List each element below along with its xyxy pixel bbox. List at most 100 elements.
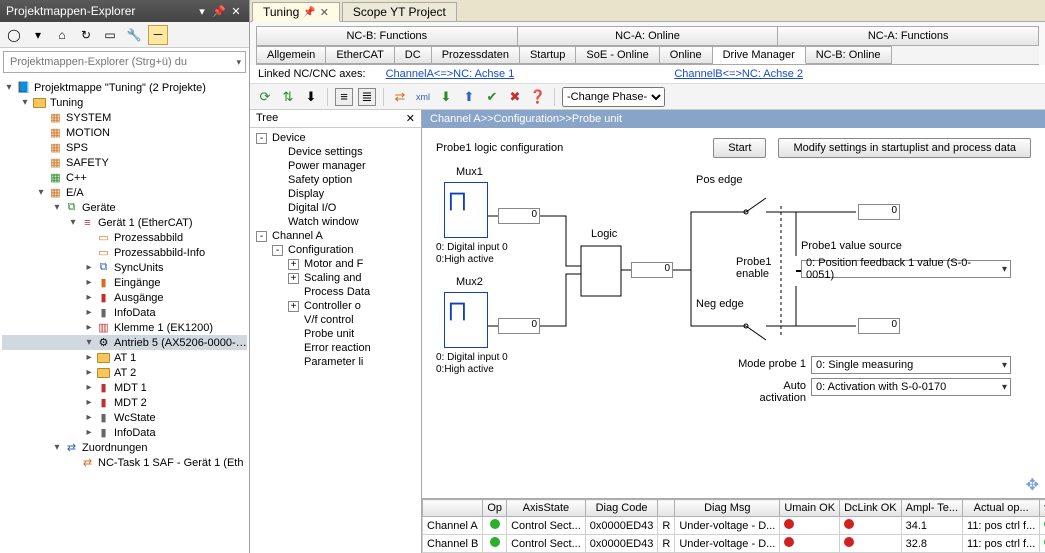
tb-refresh-icon[interactable]: ⟳	[256, 88, 274, 106]
cfg-item[interactable]: Parameter li	[254, 355, 417, 369]
table-row[interactable]: Channel BControl Sect...0x0000ED43RUnder…	[423, 535, 1045, 553]
doc-tab[interactable]: Tuning📌✕	[252, 2, 340, 22]
tb-help-icon[interactable]: ❓	[529, 88, 547, 106]
sub-tab[interactable]: EtherCAT	[326, 46, 394, 64]
tb-download-icon[interactable]: ⬇	[302, 88, 320, 106]
cfg-item[interactable]: + Motor and F	[254, 257, 417, 271]
tb-up-icon[interactable]: ⬆	[460, 88, 478, 106]
cfg-item[interactable]: + Scaling and	[254, 271, 417, 285]
explorer-search[interactable]: ▾	[3, 51, 246, 73]
linked-ch-a[interactable]: ChannelA<=>NC: Achse 1	[386, 68, 515, 80]
tree-item[interactable]: ▭Prozessabbild-Info	[2, 245, 247, 260]
tree-item[interactable]: ▾Tuning	[2, 95, 247, 110]
tree-item[interactable]: ▾▦E/A	[2, 185, 247, 200]
cfg-item[interactable]: Power manager	[254, 159, 417, 173]
tree-item[interactable]: ▦SYSTEM	[2, 110, 247, 125]
refresh-icon[interactable]: ↻	[76, 25, 96, 45]
cfg-item[interactable]: V/f control	[254, 313, 417, 327]
show-all-icon[interactable]: ▭	[100, 25, 120, 45]
toggle-icon[interactable]: －	[148, 25, 168, 45]
nav-fwd-icon[interactable]: ▾	[28, 25, 48, 45]
config-tree-close-icon[interactable]: ✕	[406, 112, 415, 125]
grid-col[interactable]: Diag Msg	[675, 500, 780, 517]
sub-tab[interactable]: NC-B: Online	[806, 46, 892, 64]
sub-tab[interactable]: DC	[395, 46, 432, 64]
tree-item[interactable]: ▸▮MDT 1	[2, 380, 247, 395]
tree-item[interactable]: ▭Prozessabbild	[2, 230, 247, 245]
grid-col[interactable]: DcLink OK	[840, 500, 902, 517]
tree-item[interactable]: ▸▥Klemme 1 (EK1200)	[2, 320, 247, 335]
auto-select[interactable]: 0: Activation with S-0-0170	[811, 378, 1011, 396]
pin-icon[interactable]: 📌	[303, 7, 315, 18]
grid-col[interactable]: v <= v_0	[1040, 500, 1045, 517]
sub-tab[interactable]: SoE - Online	[576, 46, 659, 64]
tree-item[interactable]: ▦MOTION	[2, 125, 247, 140]
tb-compare-icon[interactable]: ⇄	[391, 88, 409, 106]
cfg-item[interactable]: Process Data	[254, 285, 417, 299]
status-grid[interactable]: OpAxisStateDiag Code Diag MsgUmain OKDcLi…	[422, 499, 1045, 553]
grid-col[interactable]: Op	[483, 500, 507, 517]
tree-item[interactable]: ▸AT 1	[2, 350, 247, 365]
search-dd-icon[interactable]: ▾	[236, 57, 241, 68]
grid-col[interactable]: AxisState	[507, 500, 586, 517]
tb-sync-icon[interactable]: ⇅	[279, 88, 297, 106]
phase-select[interactable]: -Change Phase-	[562, 87, 665, 107]
linked-ch-b[interactable]: ChannelB<=>NC: Achse 2	[674, 68, 803, 80]
tree-item[interactable]: ▸▮WcState	[2, 410, 247, 425]
pos-edge-value[interactable]: 0	[858, 204, 900, 220]
tree-item[interactable]: ▸▮InfoData	[2, 425, 247, 440]
pin-icon[interactable]: 📌	[212, 5, 226, 18]
cfg-item[interactable]: - Channel A	[254, 229, 417, 243]
cfg-item[interactable]: Device settings	[254, 145, 417, 159]
top-tab[interactable]: NC-B: Functions	[256, 26, 518, 45]
doc-tab[interactable]: Scope YT Project	[342, 2, 457, 21]
grid-col[interactable]: Ampl- Te...	[901, 500, 962, 517]
search-input[interactable]	[8, 55, 234, 69]
tb-down-icon[interactable]: ⬇	[437, 88, 455, 106]
cfg-item[interactable]: Watch window	[254, 215, 417, 229]
config-tree[interactable]: - Device Device settings Power manager S…	[250, 128, 421, 553]
modify-button[interactable]: Modify settings in startuplist and proce…	[778, 138, 1031, 158]
properties-icon[interactable]: 🔧	[124, 25, 144, 45]
tree-item[interactable]: ▾📘Projektmappe "Tuning" (2 Projekte)	[2, 80, 247, 95]
tree-item[interactable]: ▸▮Ausgänge	[2, 290, 247, 305]
cfg-item[interactable]: - Device	[254, 131, 417, 145]
cfg-item[interactable]: Display	[254, 187, 417, 201]
tree-item[interactable]: ▸▮InfoData	[2, 305, 247, 320]
mux1-value[interactable]: 0	[498, 208, 540, 224]
tree-item[interactable]: ▸▮Eingänge	[2, 275, 247, 290]
tree-item[interactable]: ▾⧉Geräte	[2, 200, 247, 215]
cfg-item[interactable]: Probe unit	[254, 327, 417, 341]
tb-outdent-icon[interactable]: ≣	[358, 88, 376, 106]
cfg-item[interactable]: Digital I/O	[254, 201, 417, 215]
table-row[interactable]: Channel AControl Sect...0x0000ED43RUnder…	[423, 517, 1045, 535]
grid-col[interactable]: Umain OK	[780, 500, 840, 517]
nav-back-icon[interactable]: ◯	[4, 25, 24, 45]
tb-indent-icon[interactable]: ≡	[335, 88, 353, 106]
panel-menu-icon[interactable]: ▾	[195, 5, 209, 18]
cfg-item[interactable]: + Controller o	[254, 299, 417, 313]
sub-tab[interactable]: Prozessdaten	[432, 46, 520, 64]
home-icon[interactable]: ⌂	[52, 25, 72, 45]
sub-tab[interactable]: Online	[660, 46, 713, 64]
tree-item[interactable]: ▾⚙Antrieb 5 (AX5206-0000-…	[2, 335, 247, 350]
tree-item[interactable]: ▸▮MDT 2	[2, 395, 247, 410]
grid-col[interactable]	[423, 500, 483, 517]
tree-item[interactable]: ▦SPS	[2, 140, 247, 155]
grid-col[interactable]: Diag Code	[585, 500, 658, 517]
tree-item[interactable]: ▦SAFETY	[2, 155, 247, 170]
tb-xml-icon[interactable]: xml	[414, 88, 432, 106]
neg-edge-value[interactable]: 0	[858, 318, 900, 334]
tb-check-icon[interactable]: ✔	[483, 88, 501, 106]
sub-tab[interactable]: Startup	[520, 46, 576, 64]
tree-item[interactable]: ▸AT 2	[2, 365, 247, 380]
tb-tools-icon[interactable]: ✖	[506, 88, 524, 106]
close-icon[interactable]: ✕	[229, 5, 243, 18]
logic-value[interactable]: 0	[631, 262, 673, 278]
val-src-select[interactable]: 0: Position feedback 1 value (S-0-0051)	[801, 260, 1011, 278]
tree-item[interactable]: ▾≡Gerät 1 (EtherCAT)	[2, 215, 247, 230]
mux2-value[interactable]: 0	[498, 318, 540, 334]
tree-item[interactable]: ▸⧉SyncUnits	[2, 260, 247, 275]
grid-col[interactable]	[658, 500, 675, 517]
cfg-item[interactable]: - Configuration	[254, 243, 417, 257]
